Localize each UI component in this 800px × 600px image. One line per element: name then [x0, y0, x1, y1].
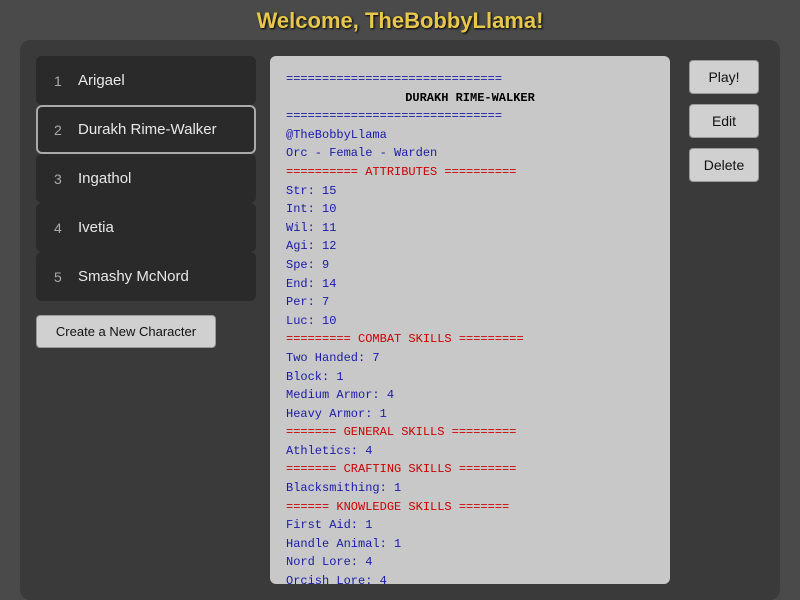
right-panel: Play! Edit Delete — [684, 56, 764, 584]
play-button[interactable]: Play! — [689, 60, 759, 94]
edit-button[interactable]: Edit — [689, 104, 759, 138]
character-item[interactable]: 2 Durakh Rime-Walker — [36, 105, 256, 154]
character-name: Ingathol — [78, 170, 131, 187]
character-item[interactable]: 1 Arigael — [36, 56, 256, 105]
sheet-line: ======= GENERAL SKILLS ========= — [286, 423, 654, 442]
sheet-line: Blacksmithing: 1 — [286, 479, 654, 498]
sheet-line: Block: 1 — [286, 368, 654, 387]
character-sheet-panel: ==============================DURAKH RIM… — [270, 56, 670, 584]
sheet-line: Agi: 12 — [286, 237, 654, 256]
welcome-title: Welcome, TheBobbyLlama! — [257, 8, 544, 33]
character-number: 1 — [54, 73, 70, 89]
create-character-button[interactable]: Create a New Character — [36, 315, 216, 348]
character-name: Arigael — [78, 72, 125, 89]
main-container: 1 Arigael 2 Durakh Rime-Walker 3 Ingathol 4 Ive… — [20, 40, 780, 600]
sheet-line: Heavy Armor: 1 — [286, 405, 654, 424]
sheet-line: Medium Armor: 4 — [286, 386, 654, 405]
sheet-line: @TheBobbyLlama — [286, 126, 654, 145]
left-panel: 1 Arigael 2 Durakh Rime-Walker 3 Ingathol 4 Ive… — [36, 56, 256, 584]
sheet-line: Handle Animal: 1 — [286, 535, 654, 554]
sheet-line: Wil: 11 — [286, 219, 654, 238]
sheet-line: ========== ATTRIBUTES ========== — [286, 163, 654, 182]
sheet-line: Two Handed: 7 — [286, 349, 654, 368]
sheet-line: End: 14 — [286, 275, 654, 294]
character-number: 5 — [54, 269, 70, 285]
character-list: 1 Arigael 2 Durakh Rime-Walker 3 Ingathol 4 Ive… — [36, 56, 256, 301]
sheet-line: Orc - Female - Warden — [286, 144, 654, 163]
sheet-line: Athletics: 4 — [286, 442, 654, 461]
sheet-line: ======= CRAFTING SKILLS ======== — [286, 460, 654, 479]
sheet-line: DURAKH RIME-WALKER — [286, 89, 654, 108]
character-name: Ivetia — [78, 219, 114, 236]
sheet-line: Per: 7 — [286, 293, 654, 312]
character-number: 2 — [54, 122, 70, 138]
character-number: 4 — [54, 220, 70, 236]
character-item[interactable]: 5 Smashy McNord — [36, 252, 256, 301]
delete-button[interactable]: Delete — [689, 148, 759, 182]
sheet-line: Nord Lore: 4 — [286, 553, 654, 572]
sheet-line: First Aid: 1 — [286, 516, 654, 535]
sheet-line: ========= COMBAT SKILLS ========= — [286, 330, 654, 349]
sheet-line: ============================== — [286, 70, 654, 89]
sheet-line: Int: 10 — [286, 200, 654, 219]
sheet-line: Spe: 9 — [286, 256, 654, 275]
sheet-line: Str: 15 — [286, 182, 654, 201]
character-name: Durakh Rime-Walker — [78, 121, 217, 138]
character-item[interactable]: 3 Ingathol — [36, 154, 256, 203]
character-name: Smashy McNord — [78, 268, 189, 285]
sheet-line: Orcish Lore: 4 — [286, 572, 654, 584]
sheet-line: ============================== — [286, 107, 654, 126]
sheet-line: Luc: 10 — [286, 312, 654, 331]
character-number: 3 — [54, 171, 70, 187]
page-header: Welcome, TheBobbyLlama! — [0, 0, 800, 40]
sheet-line: ====== KNOWLEDGE SKILLS ======= — [286, 498, 654, 517]
character-item[interactable]: 4 Ivetia — [36, 203, 256, 252]
